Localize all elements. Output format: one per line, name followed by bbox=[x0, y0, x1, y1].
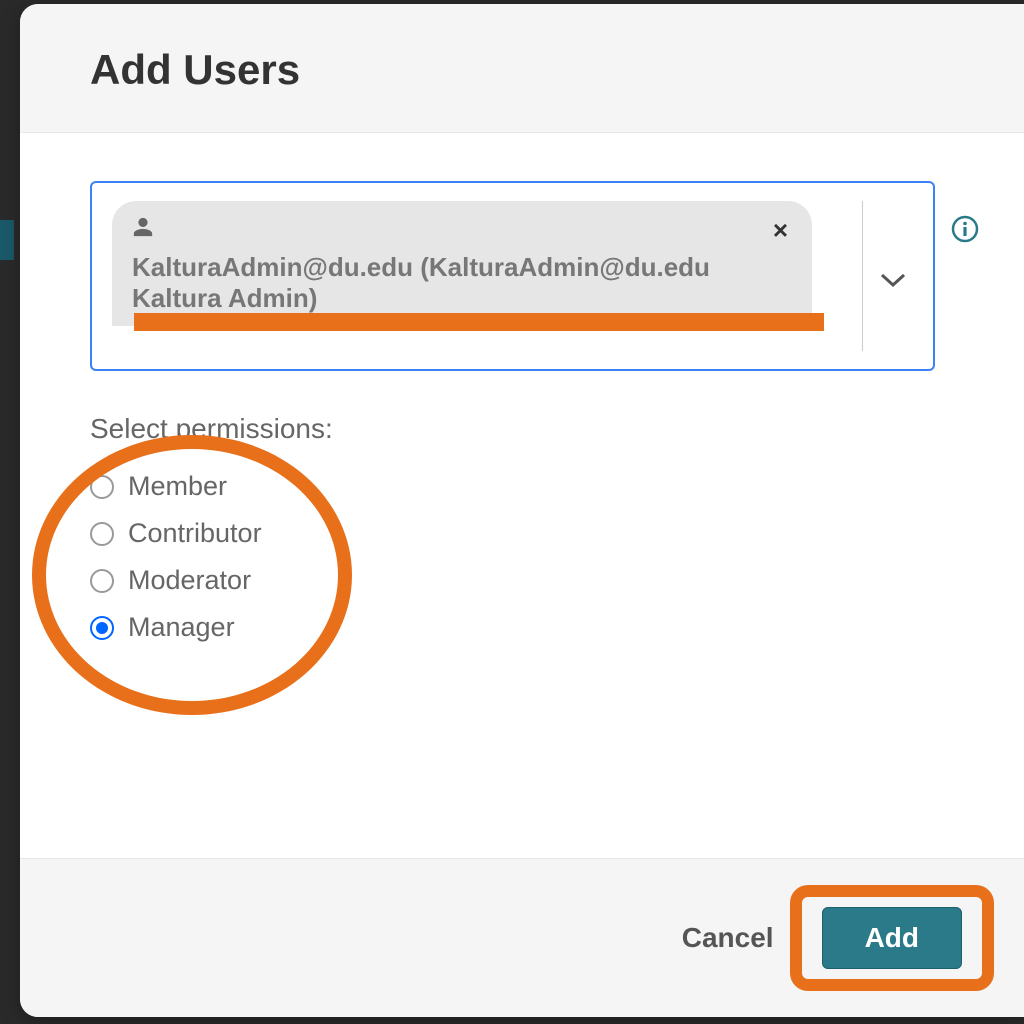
modal-footer: Cancel Add bbox=[20, 858, 1024, 1017]
add-button[interactable]: Add bbox=[822, 907, 962, 969]
chevron-down-icon[interactable] bbox=[879, 271, 907, 294]
divider bbox=[862, 201, 863, 351]
permissions-label: Select permissions: bbox=[90, 413, 979, 445]
background-decoration bbox=[0, 220, 14, 260]
user-select-input[interactable]: × KalturaAdmin@du.edu (KalturaAdmin@du.e… bbox=[90, 181, 935, 371]
selected-user-chip: × KalturaAdmin@du.edu (KalturaAdmin@du.e… bbox=[112, 201, 812, 326]
radio-icon bbox=[90, 475, 114, 499]
info-icon[interactable] bbox=[951, 215, 979, 248]
remove-user-icon[interactable]: × bbox=[773, 217, 788, 243]
radio-icon bbox=[90, 569, 114, 593]
radio-label: Member bbox=[128, 471, 227, 502]
add-users-modal: Add Users × KalturaAdmin@du.edu (Kaltura… bbox=[20, 4, 1024, 1017]
user-select-wrapper: × KalturaAdmin@du.edu (KalturaAdmin@du.e… bbox=[90, 181, 979, 371]
radio-icon bbox=[90, 522, 114, 546]
modal-title: Add Users bbox=[90, 46, 954, 94]
radio-icon bbox=[90, 616, 114, 640]
cancel-button[interactable]: Cancel bbox=[674, 908, 782, 968]
modal-body: × KalturaAdmin@du.edu (KalturaAdmin@du.e… bbox=[20, 133, 1024, 858]
user-icon bbox=[132, 215, 154, 244]
permission-option-contributor[interactable]: Contributor bbox=[90, 518, 979, 549]
radio-label: Contributor bbox=[128, 518, 262, 549]
permission-option-manager[interactable]: Manager bbox=[90, 612, 979, 643]
modal-header: Add Users bbox=[20, 4, 1024, 133]
highlight-underline bbox=[134, 313, 824, 331]
radio-label: Manager bbox=[128, 612, 235, 643]
permission-option-member[interactable]: Member bbox=[90, 471, 979, 502]
radio-label: Moderator bbox=[128, 565, 251, 596]
permission-option-moderator[interactable]: Moderator bbox=[90, 565, 979, 596]
highlight-box: Add bbox=[790, 885, 994, 991]
user-chip-label: KalturaAdmin@du.edu (KalturaAdmin@du.edu… bbox=[132, 252, 792, 314]
user-chip-header: × bbox=[132, 215, 792, 244]
permissions-radio-group: Member Contributor Moderator Manager bbox=[90, 471, 979, 643]
